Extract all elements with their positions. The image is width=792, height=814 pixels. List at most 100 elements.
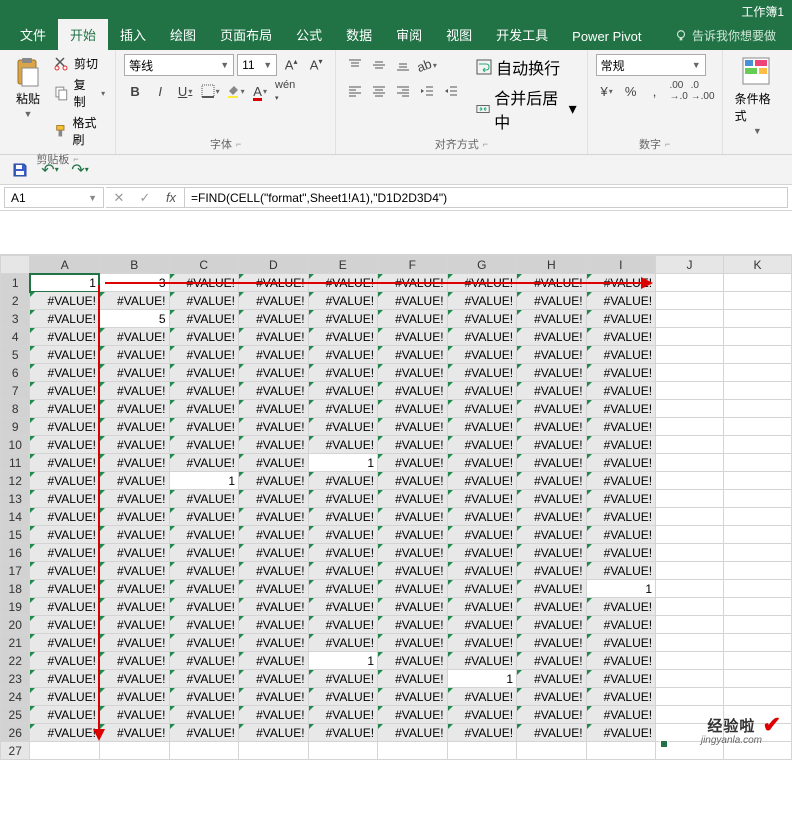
cell[interactable]: #VALUE!	[378, 382, 448, 400]
decrease-indent-button[interactable]	[416, 80, 438, 102]
cell[interactable]: #VALUE!	[517, 328, 587, 346]
cell[interactable]: #VALUE!	[308, 616, 378, 634]
row-header[interactable]: 19	[1, 598, 30, 616]
cell[interactable]: #VALUE!	[378, 634, 448, 652]
cell[interactable]: #VALUE!	[169, 544, 239, 562]
align-right-button[interactable]	[392, 80, 414, 102]
row-header[interactable]: 10	[1, 436, 30, 454]
cell[interactable]: #VALUE!	[378, 706, 448, 724]
cell[interactable]: #VALUE!	[30, 454, 100, 472]
cell[interactable]	[656, 436, 724, 454]
cell[interactable]: #VALUE!	[30, 472, 100, 490]
cell[interactable]: #VALUE!	[586, 706, 656, 724]
cell[interactable]: #VALUE!	[308, 670, 378, 688]
cell[interactable]: #VALUE!	[239, 346, 309, 364]
cell[interactable]: #VALUE!	[99, 706, 169, 724]
cell[interactable]: #VALUE!	[447, 310, 517, 328]
cell[interactable]: #VALUE!	[169, 292, 239, 310]
cell[interactable]: #VALUE!	[378, 328, 448, 346]
cell[interactable]: #VALUE!	[308, 472, 378, 490]
align-top-button[interactable]	[344, 54, 366, 76]
cell[interactable]	[656, 490, 724, 508]
cell[interactable]: #VALUE!	[169, 580, 239, 598]
cell[interactable]: #VALUE!	[447, 724, 517, 742]
cell[interactable]: #VALUE!	[308, 544, 378, 562]
cell[interactable]	[656, 580, 724, 598]
cell[interactable]: #VALUE!	[169, 652, 239, 670]
cell[interactable]: #VALUE!	[586, 688, 656, 706]
cell[interactable]: #VALUE!	[586, 418, 656, 436]
cell[interactable]: #VALUE!	[308, 364, 378, 382]
cell[interactable]: #VALUE!	[30, 580, 100, 598]
cell[interactable]: #VALUE!	[99, 400, 169, 418]
tab-home[interactable]: 开始	[58, 19, 108, 50]
cell[interactable]: #VALUE!	[447, 400, 517, 418]
cell[interactable]: #VALUE!	[239, 292, 309, 310]
align-middle-button[interactable]	[368, 54, 390, 76]
cell[interactable]: #VALUE!	[378, 562, 448, 580]
font-color-button[interactable]: A▾	[249, 80, 271, 102]
cell[interactable]: #VALUE!	[99, 544, 169, 562]
cell[interactable]	[724, 400, 792, 418]
cell[interactable]: #VALUE!	[169, 310, 239, 328]
tell-me-search[interactable]: 告诉我你想要做	[666, 21, 784, 50]
cell[interactable]: #VALUE!	[169, 616, 239, 634]
format-painter-button[interactable]: 格式刷	[52, 113, 107, 149]
cell[interactable]: #VALUE!	[169, 454, 239, 472]
cell[interactable]: #VALUE!	[99, 472, 169, 490]
cell[interactable]: #VALUE!	[517, 436, 587, 454]
cell[interactable]: #VALUE!	[30, 310, 100, 328]
cell[interactable]: #VALUE!	[99, 490, 169, 508]
cell[interactable]	[656, 364, 724, 382]
cell[interactable]: #VALUE!	[99, 634, 169, 652]
cell[interactable]: #VALUE!	[586, 634, 656, 652]
decrease-decimal-button[interactable]: .0→.00	[692, 80, 714, 102]
border-button[interactable]: ▾	[199, 80, 221, 102]
cell[interactable]: #VALUE!	[30, 688, 100, 706]
cell[interactable]	[656, 328, 724, 346]
fill-color-button[interactable]: ▾	[224, 80, 246, 102]
dialog-launcher-icon[interactable]: ⌐	[665, 139, 670, 149]
cell[interactable]: #VALUE!	[586, 562, 656, 580]
cell[interactable]: #VALUE!	[378, 292, 448, 310]
cell[interactable]: #VALUE!	[378, 724, 448, 742]
cell[interactable]: #VALUE!	[517, 526, 587, 544]
cell[interactable]	[724, 454, 792, 472]
cell[interactable]	[99, 742, 169, 760]
spreadsheet-grid[interactable]: ABCDEFGHIJK113#VALUE!#VALUE!#VALUE!#VALU…	[0, 255, 792, 760]
cell[interactable]: #VALUE!	[99, 616, 169, 634]
row-header[interactable]: 17	[1, 562, 30, 580]
cell[interactable]: #VALUE!	[239, 580, 309, 598]
cell[interactable]: #VALUE!	[447, 616, 517, 634]
cell[interactable]: #VALUE!	[447, 436, 517, 454]
row-header[interactable]: 2	[1, 292, 30, 310]
cell[interactable]: #VALUE!	[517, 670, 587, 688]
cell[interactable]: #VALUE!	[378, 526, 448, 544]
cell[interactable]	[656, 688, 724, 706]
cell[interactable]: #VALUE!	[239, 382, 309, 400]
cell[interactable]	[724, 328, 792, 346]
cell[interactable]: #VALUE!	[239, 418, 309, 436]
cell[interactable]: #VALUE!	[586, 310, 656, 328]
cell[interactable]: #VALUE!	[586, 382, 656, 400]
cell[interactable]: #VALUE!	[586, 598, 656, 616]
cancel-formula-button[interactable]: ✕	[106, 190, 132, 206]
row-header[interactable]: 8	[1, 400, 30, 418]
cell[interactable]	[656, 472, 724, 490]
cell[interactable]: 5	[99, 310, 169, 328]
cell[interactable]: #VALUE!	[169, 724, 239, 742]
cell[interactable]	[656, 292, 724, 310]
cell[interactable]: #VALUE!	[517, 346, 587, 364]
column-header[interactable]: J	[656, 256, 724, 274]
cell[interactable]: #VALUE!	[239, 526, 309, 544]
cell[interactable]: #VALUE!	[308, 634, 378, 652]
wrap-text-button[interactable]: 自动换行	[474, 54, 578, 80]
cell[interactable]	[724, 616, 792, 634]
cell[interactable]: #VALUE!	[169, 364, 239, 382]
cell[interactable]: #VALUE!	[99, 652, 169, 670]
cell[interactable]: #VALUE!	[30, 634, 100, 652]
cell[interactable]: #VALUE!	[517, 652, 587, 670]
row-header[interactable]: 23	[1, 670, 30, 688]
bold-button[interactable]: B	[124, 80, 146, 102]
cell[interactable]: #VALUE!	[169, 400, 239, 418]
